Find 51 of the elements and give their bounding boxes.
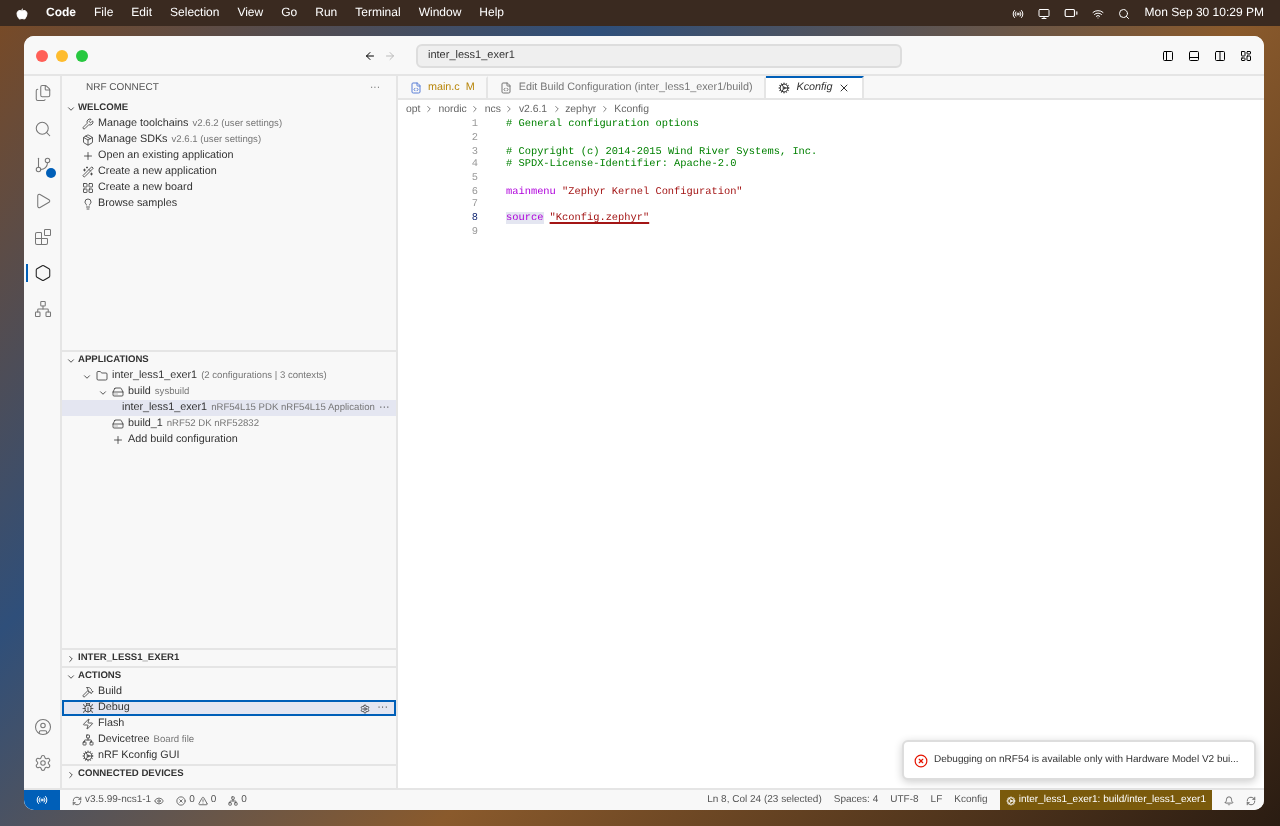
plus-icon: [112, 434, 124, 447]
sync-icon[interactable]: [1246, 795, 1256, 805]
back-icon[interactable]: [364, 49, 376, 61]
wifi-icon[interactable]: [1092, 7, 1105, 19]
chevron-right-icon: [470, 104, 481, 114]
file-icon: [500, 82, 513, 94]
ports-icon: [228, 795, 239, 805]
split-icon[interactable]: [1214, 49, 1226, 61]
panel-toggle-icon[interactable]: [1188, 49, 1200, 61]
close-icon[interactable]: [838, 82, 851, 94]
action-icon: [82, 734, 94, 746]
account-icon[interactable]: [33, 718, 51, 736]
battery-icon[interactable]: [1064, 6, 1079, 20]
chevron-right-icon: [600, 104, 611, 114]
chevron-right-icon: [66, 653, 76, 663]
sidebar-toggle-icon[interactable]: [1162, 49, 1174, 61]
sync-icon: [72, 795, 82, 805]
chevron-right-icon: [66, 769, 76, 779]
welcome-item-icon: [82, 166, 94, 178]
remote-icon: [36, 794, 48, 806]
layout-icon[interactable]: [1240, 49, 1252, 61]
welcome-item-icon: [82, 182, 94, 194]
action-icon: [82, 750, 94, 762]
chevron-right-icon: [424, 104, 435, 114]
file-code-icon: [410, 82, 422, 94]
close-button[interactable]: [36, 49, 48, 61]
display-icon[interactable]: [1038, 7, 1051, 19]
bell-icon[interactable]: [1224, 795, 1234, 805]
radio-icon[interactable]: [1012, 7, 1025, 19]
gear-icon: [778, 82, 791, 94]
error-icon: [914, 753, 928, 767]
welcome-item-icon: [82, 118, 94, 130]
settings-icon[interactable]: [33, 754, 51, 772]
welcome-item-icon: [82, 198, 94, 210]
action-icon: [82, 718, 94, 730]
settings-icon[interactable]: [359, 703, 370, 713]
chevron-down-icon: [66, 671, 76, 681]
eye-icon: [154, 795, 165, 805]
chevron-right-icon: [504, 104, 515, 114]
warning-icon: [197, 795, 208, 805]
chevron-right-icon: [551, 104, 562, 114]
error-icon: [176, 795, 187, 805]
welcome-item-icon: [82, 150, 94, 162]
welcome-item-icon: [82, 134, 94, 146]
gear-icon: [1005, 795, 1016, 805]
action-icon: [82, 686, 94, 698]
action-icon: [82, 702, 94, 714]
search-icon[interactable]: [1118, 7, 1131, 19]
remote-button[interactable]: [24, 790, 60, 810]
chevron-down-icon: [66, 103, 76, 113]
apple-icon[interactable]: [16, 7, 28, 19]
